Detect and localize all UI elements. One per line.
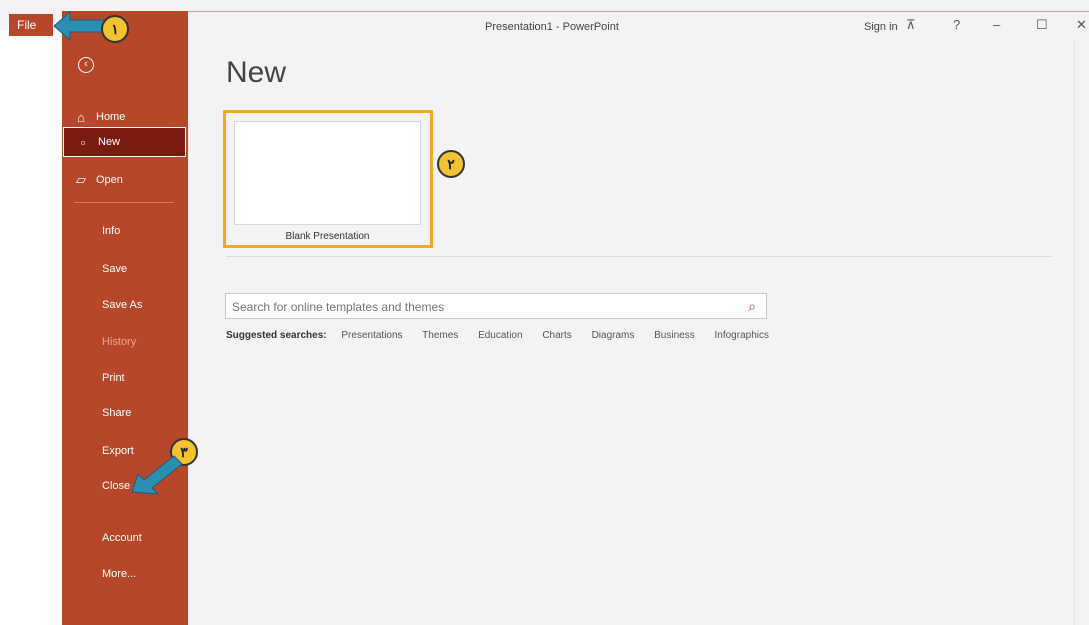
annotation-badge: ١ [101, 15, 129, 43]
scrollbar-track[interactable] [1074, 40, 1075, 625]
suggested-searches: Suggested searches: Presentations Themes… [226, 330, 786, 341]
titlebar-border [188, 11, 1089, 12]
blank-presentation-thumbnail[interactable] [234, 121, 421, 225]
blank-presentation-tile[interactable]: Blank Presentation [223, 110, 433, 248]
suggested-link[interactable]: Business [654, 330, 695, 341]
suggested-link[interactable]: Presentations [341, 330, 402, 341]
sidebar-item-label: Save As [102, 299, 143, 311]
background-strip [0, 30, 62, 625]
sidebar-item-new[interactable]: ▫ New [63, 127, 186, 157]
suggested-link[interactable]: Infographics [715, 330, 769, 341]
section-divider [226, 256, 1052, 257]
annotation-badge: ٢ [437, 150, 465, 178]
help-icon[interactable]: ? [953, 17, 960, 32]
sidebar-item-label: New [98, 136, 121, 148]
template-search: ⌕ [225, 293, 767, 319]
sidebar-item-label: History [102, 336, 137, 348]
sidebar-item-account[interactable]: Account [62, 523, 188, 553]
sidebar-item-label: Home [96, 111, 126, 123]
sidebar-item-label: Save [102, 263, 128, 275]
back-arrow-icon[interactable]: ‹ [78, 57, 94, 73]
restore-icon[interactable]: ☐ [1036, 17, 1048, 33]
sidebar-item-label: Info [102, 225, 121, 237]
sidebar-item-history: History [62, 327, 188, 357]
sidebar-item-label: More... [102, 568, 137, 580]
sidebar-item-save-as[interactable]: Save As [62, 290, 188, 320]
suggested-link[interactable]: Themes [422, 330, 458, 341]
sign-in-link[interactable]: Sign in [864, 21, 898, 33]
new-document-icon: ▫ [80, 134, 86, 150]
file-tab[interactable]: File [9, 14, 53, 36]
window-title: Presentation1 - PowerPoint [485, 21, 619, 33]
sidebar-item-label: Print [102, 372, 125, 384]
folder-open-icon: ▱ [76, 172, 86, 187]
minimize-icon[interactable]: – [993, 17, 1000, 32]
annotation-arrow-icon [131, 455, 183, 495]
suggested-link[interactable]: Education [478, 330, 522, 341]
sidebar-item-more[interactable]: More... [62, 559, 188, 589]
search-input[interactable] [230, 296, 734, 318]
sidebar-item-share[interactable]: Share [62, 398, 188, 428]
sidebar-divider [74, 202, 174, 203]
suggested-link[interactable]: Diagrams [592, 330, 635, 341]
sidebar-item-label: Close [102, 480, 131, 492]
page-title: New [226, 56, 287, 89]
suggested-searches-label: Suggested searches: [226, 330, 327, 341]
sidebar-item-label: Share [102, 407, 132, 419]
suggested-link[interactable]: Charts [542, 330, 571, 341]
sidebar-item-label: Open [96, 174, 123, 186]
sidebar-item-open[interactable]: ▱ Open [62, 165, 188, 195]
search-icon[interactable]: ⌕ [742, 296, 762, 316]
home-icon: ⌂ [77, 109, 85, 125]
sidebar-item-print[interactable]: Print [62, 363, 188, 393]
sidebar-item-save[interactable]: Save [62, 254, 188, 284]
sidebar-item-info[interactable]: Info [62, 216, 188, 246]
ribbon-display-options-icon[interactable]: ⊼ [906, 17, 916, 33]
close-icon[interactable]: ✕ [1076, 17, 1087, 33]
blank-presentation-label: Blank Presentation [285, 231, 370, 242]
sidebar-item-label: Account [102, 532, 142, 544]
backstage-sidebar: ‹ ⌂ Home ▫ New ▱ Open Info Save Save As … [62, 11, 188, 625]
